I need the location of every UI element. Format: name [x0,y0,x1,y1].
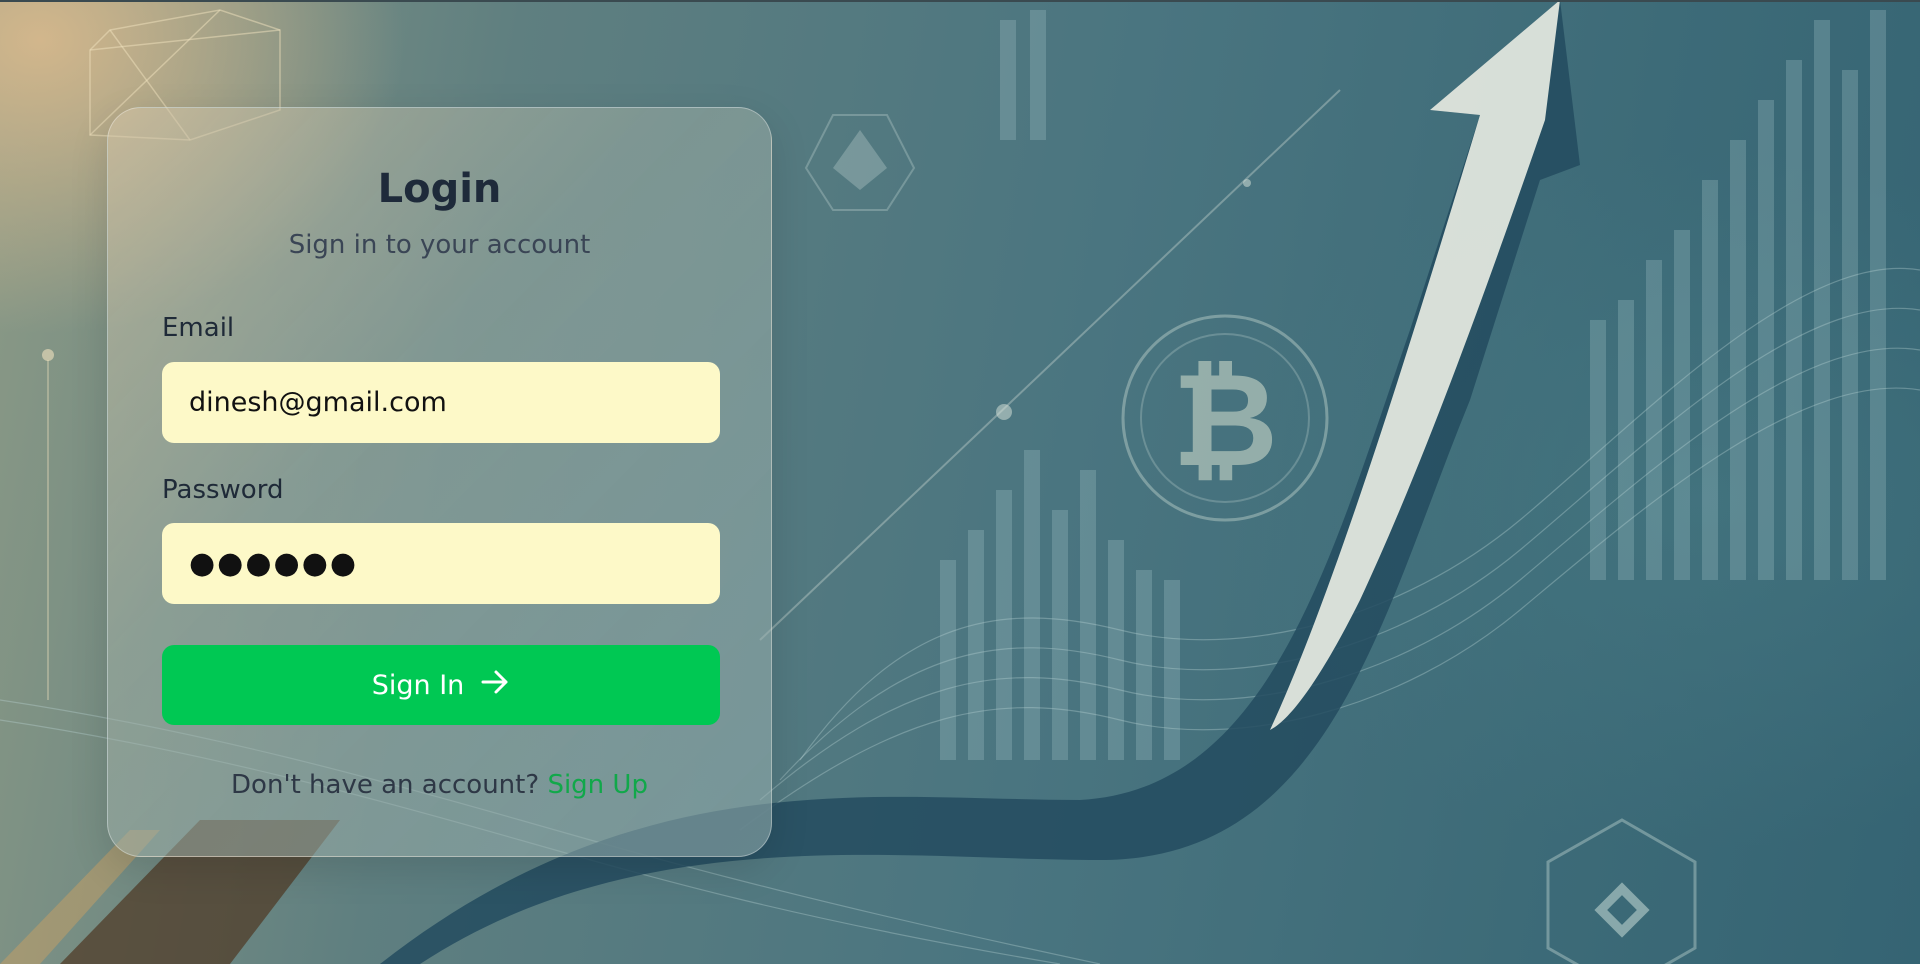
ethereum-icon [804,114,916,211]
password-label: Password [162,475,284,505]
page-title: Login [377,166,502,212]
sign-in-label: Sign In [371,669,465,701]
sign-up-link[interactable]: Sign Up [547,770,648,800]
password-field[interactable]: ●●●●●● [162,523,720,604]
email-field[interactable]: dinesh@gmail.com [162,362,720,443]
page-subtitle: Sign in to your account [288,230,591,260]
binance-icon [1546,818,1697,964]
sign-in-button[interactable]: Sign In [162,645,720,725]
bitcoin-icon: ₿ [1121,314,1329,522]
svg-text:₿: ₿ [1172,344,1278,496]
signup-prompt-text: Don't have an account? [231,770,540,800]
top-border [0,0,1920,2]
login-card: Login Sign in to your account Email dine… [107,107,772,857]
signup-prompt: Don't have an account? Sign Up [108,770,771,800]
arrow-right-icon [480,668,510,703]
email-label: Email [162,313,235,343]
